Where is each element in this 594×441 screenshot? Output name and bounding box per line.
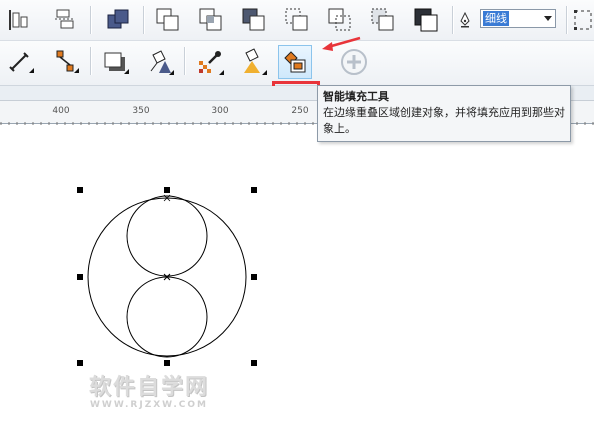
property-toolbar: 细线 bbox=[0, 0, 594, 41]
drawing-shapes bbox=[87, 194, 247, 358]
selection-handle[interactable] bbox=[164, 360, 170, 366]
outline-width-select[interactable]: 细线 bbox=[480, 9, 556, 28]
smart-fill-icon bbox=[284, 51, 306, 73]
watermark-main: 软件自学网 bbox=[88, 375, 209, 400]
pen-icon bbox=[452, 3, 478, 37]
ruler-label: 350 bbox=[132, 106, 150, 116]
connector-tool-icon[interactable] bbox=[49, 45, 83, 79]
toolbar-separator bbox=[90, 6, 91, 34]
toolbar-separator bbox=[90, 47, 91, 75]
selection-handle[interactable] bbox=[77, 360, 83, 366]
pointer-arrow-icon bbox=[322, 36, 361, 51]
drop-shadow-tool-icon[interactable] bbox=[98, 45, 132, 79]
dimension-tool-icon[interactable] bbox=[4, 45, 38, 79]
selection-handle[interactable] bbox=[251, 360, 257, 366]
smart-fill-tool-button[interactable] bbox=[278, 45, 312, 79]
upper-inner-circle[interactable] bbox=[126, 195, 208, 277]
toolbar-separator bbox=[143, 6, 144, 34]
distribute-icon[interactable] bbox=[48, 3, 82, 37]
trim-icon[interactable] bbox=[151, 3, 185, 37]
interactive-fill-icon[interactable] bbox=[236, 45, 270, 79]
tooltip-title: 智能填充工具 bbox=[323, 90, 389, 103]
color-eyedropper-icon[interactable] bbox=[193, 45, 227, 79]
watermark: 软件自学网 WWW.RJZXW.COM bbox=[74, 376, 224, 411]
selection-handle[interactable] bbox=[77, 274, 83, 280]
toolbar-separator bbox=[184, 47, 185, 75]
toolbar-separator bbox=[566, 6, 567, 34]
bounding-box-icon[interactable] bbox=[569, 3, 594, 37]
weld-icon[interactable] bbox=[101, 3, 135, 37]
selection-handle[interactable] bbox=[251, 274, 257, 280]
selection-handle[interactable] bbox=[164, 187, 170, 193]
toolbox-toolbar bbox=[0, 41, 594, 123]
transparency-tool-icon[interactable] bbox=[143, 45, 177, 79]
selection-handle[interactable] bbox=[251, 187, 257, 193]
watermark-sub: WWW.RJZXW.COM bbox=[89, 400, 209, 410]
simplify-icon[interactable] bbox=[237, 3, 271, 37]
chevron-down-icon bbox=[544, 16, 552, 21]
back-front-stack-icon[interactable] bbox=[409, 3, 443, 37]
outline-width-value: 细线 bbox=[483, 11, 509, 26]
selection-handle[interactable] bbox=[77, 187, 83, 193]
align-icon[interactable] bbox=[2, 3, 36, 37]
ruler-label: 250 bbox=[291, 106, 309, 116]
create-boundary-icon[interactable] bbox=[366, 3, 400, 37]
front-minus-back-icon[interactable] bbox=[280, 3, 314, 37]
ruler-label: 300 bbox=[211, 106, 229, 116]
lower-inner-circle[interactable] bbox=[126, 276, 208, 358]
back-minus-front-icon[interactable] bbox=[323, 3, 357, 37]
ruler-label: 400 bbox=[52, 106, 70, 116]
intersect-icon[interactable] bbox=[194, 3, 228, 37]
